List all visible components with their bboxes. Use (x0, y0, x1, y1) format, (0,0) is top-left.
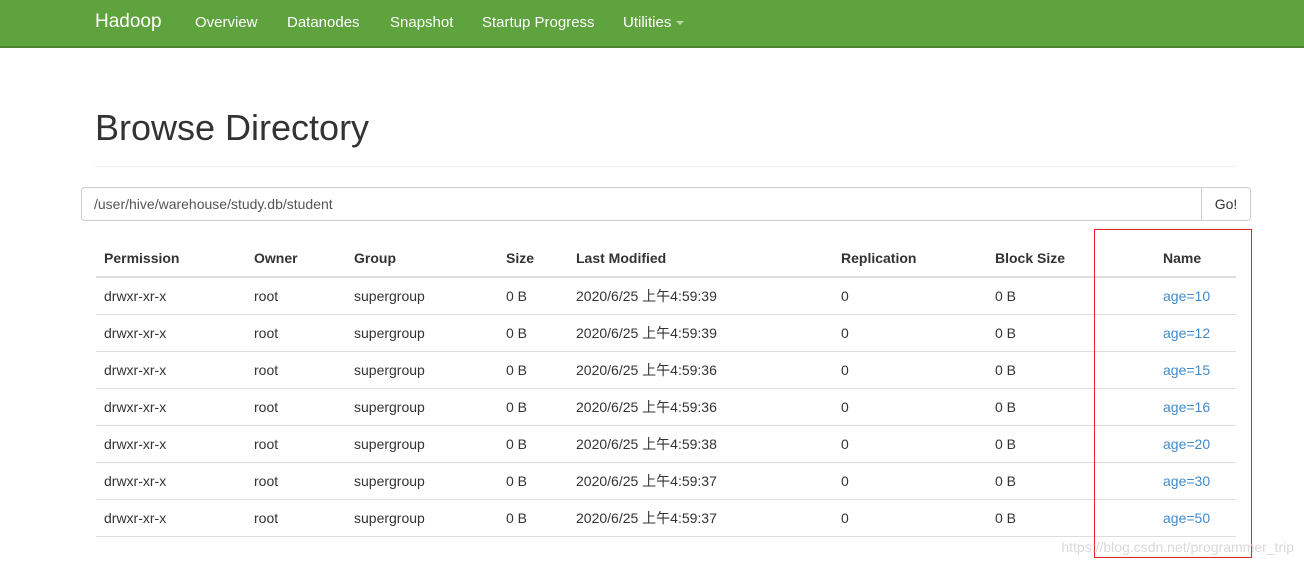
cell-size: 0 B (498, 388, 568, 426)
cell-group: supergroup (346, 499, 498, 537)
title-divider (95, 166, 1236, 167)
header-permission[interactable]: Permission (96, 239, 246, 278)
cell-permission: drwxr-xr-x (96, 499, 246, 537)
directory-link[interactable]: age=16 (1163, 399, 1210, 415)
cell-replication: 0 (833, 351, 987, 389)
cell-size: 0 B (498, 314, 568, 352)
nav-startup-progress[interactable]: Startup Progress (482, 14, 595, 31)
cell-replication: 0 (833, 425, 987, 463)
directory-link[interactable]: age=12 (1163, 325, 1210, 341)
cell-group: supergroup (346, 314, 498, 352)
cell-size: 0 B (498, 425, 568, 463)
directory-path-input[interactable] (81, 187, 1202, 221)
cell-group: supergroup (346, 277, 498, 315)
cell-name: age=30 (1126, 462, 1236, 500)
header-last-modified[interactable]: Last Modified (568, 239, 833, 278)
directory-link[interactable]: age=10 (1163, 288, 1210, 304)
cell-permission: drwxr-xr-x (96, 462, 246, 500)
cell-permission: drwxr-xr-x (96, 314, 246, 352)
cell-size: 0 B (498, 462, 568, 500)
cell-block-size: 0 B (987, 277, 1126, 315)
cell-owner: root (246, 462, 346, 500)
cell-name: age=20 (1126, 425, 1236, 463)
header-name[interactable]: Name (1126, 239, 1236, 278)
nav-utilities-dropdown[interactable]: Utilities (623, 14, 685, 31)
cell-permission: drwxr-xr-x (96, 388, 246, 426)
nav-overview[interactable]: Overview (195, 14, 258, 31)
cell-block-size: 0 B (987, 499, 1126, 537)
cell-permission: drwxr-xr-x (96, 425, 246, 463)
table-row: drwxr-xr-x root supergroup 0 B 2020/6/25 上午4… (96, 499, 1236, 537)
page-title: Browse Directory (95, 107, 370, 148)
directory-link[interactable]: age=30 (1163, 473, 1210, 489)
cell-replication: 0 (833, 314, 987, 352)
cell-group: supergroup (346, 351, 498, 389)
cell-replication: 0 (833, 388, 987, 426)
cell-last-modified: 2020/6/25 上午4:59:36 (568, 351, 833, 389)
cell-block-size: 0 B (987, 314, 1126, 352)
cell-owner: root (246, 499, 346, 537)
cell-permission: drwxr-xr-x (96, 351, 246, 389)
nav-datanodes[interactable]: Datanodes (287, 14, 360, 31)
cell-owner: root (246, 425, 346, 463)
cell-block-size: 0 B (987, 351, 1126, 389)
cell-size: 0 B (498, 499, 568, 537)
cell-name: age=10 (1126, 277, 1236, 315)
cell-name: age=50 (1126, 499, 1236, 537)
cell-last-modified: 2020/6/25 上午4:59:39 (568, 277, 833, 315)
table-row: drwxr-xr-x root supergroup 0 B 2020/6/25 上午4… (96, 277, 1236, 315)
cell-group: supergroup (346, 425, 498, 463)
cell-group: supergroup (346, 388, 498, 426)
directory-listing-table: Permission Owner Group Size Last Modifie… (96, 239, 1236, 537)
cell-name: age=12 (1126, 314, 1236, 352)
cell-name: age=16 (1126, 388, 1236, 426)
nav-snapshot[interactable]: Snapshot (390, 14, 453, 31)
cell-block-size: 0 B (987, 462, 1126, 500)
header-owner[interactable]: Owner (246, 239, 346, 278)
table-row: drwxr-xr-x root supergroup 0 B 2020/6/25 上午4… (96, 462, 1236, 500)
directory-link[interactable]: age=15 (1163, 362, 1210, 378)
table-row: drwxr-xr-x root supergroup 0 B 2020/6/25 上午4… (96, 425, 1236, 463)
brand-link[interactable]: Hadoop (95, 11, 162, 33)
cell-replication: 0 (833, 277, 987, 315)
table-header-row: Permission Owner Group Size Last Modifie… (96, 239, 1236, 278)
header-size[interactable]: Size (498, 239, 568, 278)
cell-owner: root (246, 277, 346, 315)
cell-permission: drwxr-xr-x (96, 277, 246, 315)
cell-size: 0 B (498, 351, 568, 389)
cell-block-size: 0 B (987, 388, 1126, 426)
cell-size: 0 B (498, 277, 568, 315)
cell-last-modified: 2020/6/25 上午4:59:36 (568, 388, 833, 426)
cell-last-modified: 2020/6/25 上午4:59:39 (568, 314, 833, 352)
go-button[interactable]: Go! (1201, 187, 1251, 221)
cell-owner: root (246, 351, 346, 389)
table-row: drwxr-xr-x root supergroup 0 B 2020/6/25 上午4… (96, 351, 1236, 389)
cell-last-modified: 2020/6/25 上午4:59:37 (568, 462, 833, 500)
cell-owner: root (246, 314, 346, 352)
watermark: https://blog.csdn.net/programmer_trip (1061, 539, 1294, 555)
nav-utilities-label: Utilities (623, 14, 672, 31)
header-replication[interactable]: Replication (833, 239, 987, 278)
caret-down-icon (676, 21, 685, 26)
header-block-size[interactable]: Block Size (987, 239, 1126, 278)
cell-block-size: 0 B (987, 425, 1126, 463)
directory-link[interactable]: age=50 (1163, 510, 1210, 526)
table-row: drwxr-xr-x root supergroup 0 B 2020/6/25 上午4… (96, 388, 1236, 426)
header-group[interactable]: Group (346, 239, 498, 278)
cell-last-modified: 2020/6/25 上午4:59:38 (568, 425, 833, 463)
cell-name: age=15 (1126, 351, 1236, 389)
top-navbar: Hadoop Overview Datanodes Snapshot Start… (0, 0, 1304, 48)
cell-replication: 0 (833, 462, 987, 500)
cell-owner: root (246, 388, 346, 426)
directory-link[interactable]: age=20 (1163, 436, 1210, 452)
table-row: drwxr-xr-x root supergroup 0 B 2020/6/25 上午4… (96, 314, 1236, 352)
cell-last-modified: 2020/6/25 上午4:59:37 (568, 499, 833, 537)
cell-replication: 0 (833, 499, 987, 537)
cell-group: supergroup (346, 462, 498, 500)
